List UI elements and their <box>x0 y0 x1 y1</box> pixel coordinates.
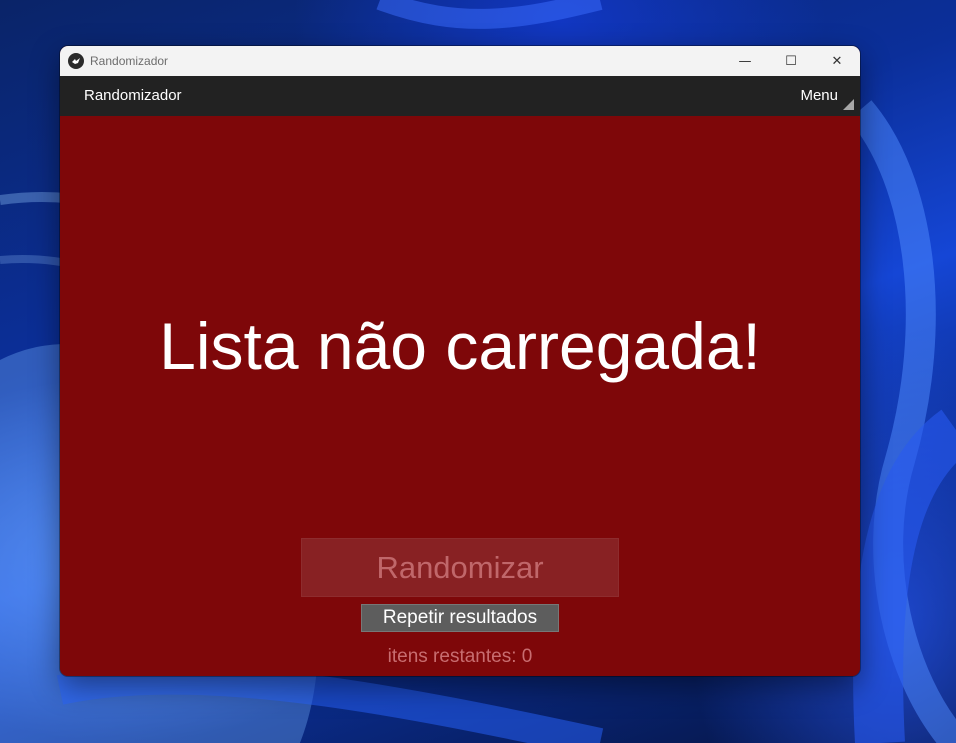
close-button[interactable]: ✕ <box>814 46 860 76</box>
window-controls: — ☐ ✕ <box>722 46 860 76</box>
menu-button[interactable]: Menu <box>794 82 854 110</box>
maximize-icon: ☐ <box>785 53 797 69</box>
repeat-results-button[interactable]: Repetir resultados <box>361 604 559 632</box>
main-content: Lista não carregada! Randomizar Repetir … <box>60 116 860 676</box>
dropdown-corner-icon <box>843 99 854 110</box>
maximize-button[interactable]: ☐ <box>768 46 814 76</box>
window-titlebar[interactable]: Randomizador — ☐ ✕ <box>60 46 860 76</box>
kivy-app-icon <box>68 53 84 69</box>
remaining-items-label: itens restantes: 0 <box>387 646 533 667</box>
status-message: Lista não carregada! <box>159 309 761 383</box>
action-bar-title: Randomizador <box>84 87 182 104</box>
close-icon: ✕ <box>831 53 843 69</box>
menu-label: Menu <box>800 87 838 104</box>
minimize-button[interactable]: — <box>722 46 768 76</box>
window-title: Randomizador <box>90 54 169 68</box>
randomize-button[interactable]: Randomizar <box>301 538 619 597</box>
action-bar: Randomizador Menu <box>60 76 860 116</box>
minimize-icon: — <box>738 53 752 69</box>
app-window: Randomizador — ☐ ✕ Randomizador Menu Lis… <box>60 46 860 676</box>
